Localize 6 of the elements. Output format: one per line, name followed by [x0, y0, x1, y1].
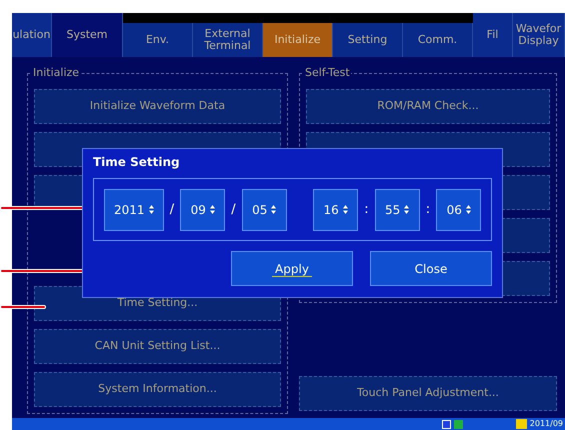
taskbar-clock: 2011/09 — [530, 419, 563, 429]
dialog-title: Time Setting — [93, 155, 181, 169]
separator: : — [363, 200, 370, 219]
separator: / — [168, 200, 176, 219]
separator: / — [230, 200, 237, 219]
separator: : — [424, 200, 432, 219]
